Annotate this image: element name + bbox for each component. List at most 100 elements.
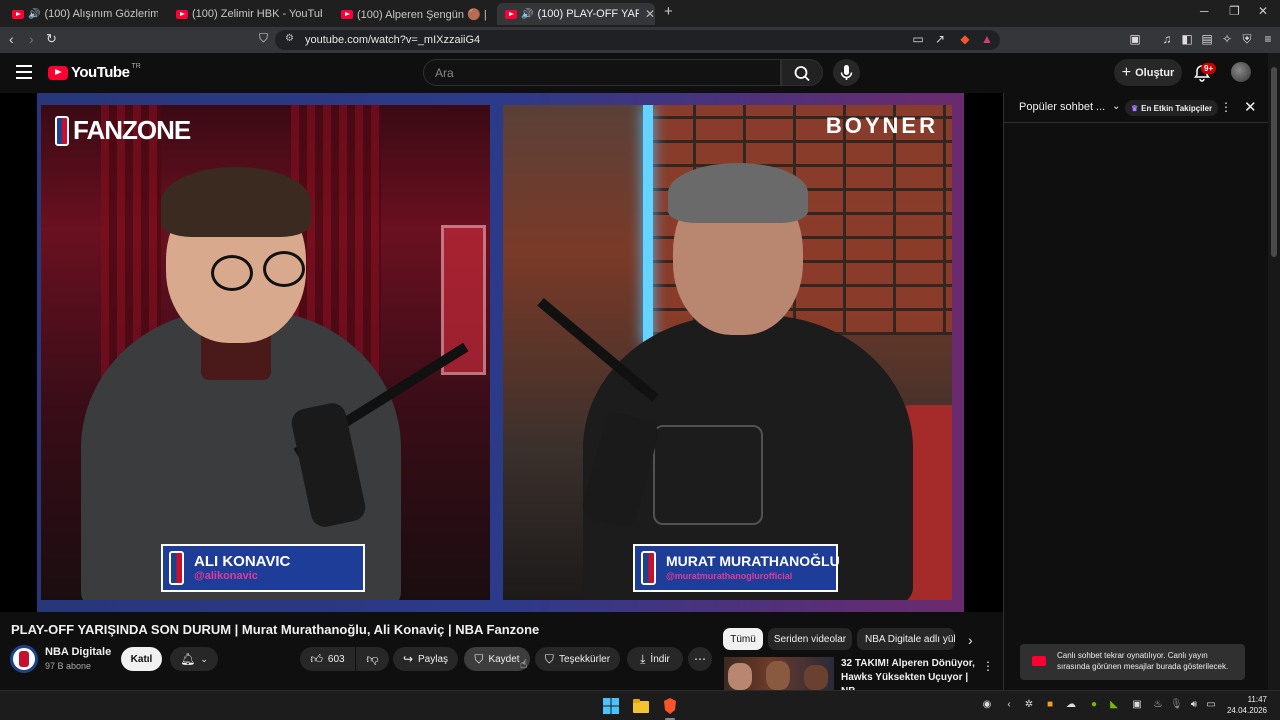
like-button[interactable]: 👍︎ 603 [300, 647, 355, 671]
youtube-favicon-icon [505, 9, 517, 19]
taskbar-clock[interactable]: 11:47 24.04.2026 [1225, 694, 1267, 716]
bookmark-icon: ⛉ [474, 651, 484, 666]
search-input[interactable]: Ara [423, 59, 781, 86]
search-button[interactable] [781, 59, 823, 86]
tray-chevron-icon[interactable]: ‹ [1003, 699, 1015, 711]
share-label: Paylaş [418, 653, 449, 665]
voice-search-button[interactable] [833, 59, 860, 86]
share-icon: ↪ [402, 652, 414, 666]
tray-nvidia-icon[interactable]: ◣ [1108, 699, 1120, 711]
youtube-icon [1032, 656, 1046, 666]
page-scrollbar[interactable] [1268, 53, 1280, 690]
tray-app-icon[interactable]: 🎙︎ [1170, 699, 1183, 711]
close-icon[interactable]: ✕ [645, 7, 655, 21]
close-icon[interactable]: ✕ [1244, 98, 1257, 116]
youtube-header: YouTube TR Ara + Oluştur 9+ [0, 53, 1280, 93]
menu-icon[interactable]: ≡ [1261, 32, 1275, 46]
guide-menu-icon[interactable] [16, 65, 32, 79]
window-close-icon[interactable]: ✕ [1258, 4, 1268, 18]
site-info-icon[interactable]: ⚙ [285, 33, 294, 44]
tray-app-icon[interactable]: ♨ [1152, 699, 1164, 711]
restore-icon[interactable]: ❐ [1229, 4, 1240, 18]
download-label: İndir [650, 653, 670, 665]
vpn-icon[interactable]: ⛨ [1240, 32, 1254, 46]
thumbs-down-icon: 👎︎ [366, 651, 379, 666]
browser-tab-4[interactable]: 🔊 (100) PLAY-OFF YARIŞINDA SO... ✕ [497, 3, 655, 25]
top-fans-filter[interactable]: ♛ En Etkin Takipçiler [1125, 100, 1219, 116]
neon-light [643, 105, 653, 345]
back-icon[interactable]: ‹ [9, 31, 14, 47]
tab-title: (100) Alışınım Gözlerimi Kapamayı... [44, 8, 158, 20]
tray-steam-icon[interactable]: ◉ [981, 699, 993, 711]
lower-third-right: MURAT MURATHANOĞLU @muratmurathanoglurof… [633, 544, 840, 592]
chat-header: Popüler sohbet ... ⌄ ♛ En Etkin Takipçil… [1004, 93, 1269, 123]
scrollbar-thumb[interactable] [1271, 67, 1277, 257]
crown-icon: ♛ [1131, 103, 1139, 113]
forward-icon[interactable]: › [29, 31, 34, 47]
wallet-icon[interactable]: ▤ [1200, 32, 1214, 46]
brave-rewards-icon[interactable]: ▲ [980, 32, 994, 46]
minimize-icon[interactable]: ─ [1200, 4, 1209, 18]
file-explorer-icon[interactable] [632, 697, 650, 715]
tray-app-icon[interactable]: ☁ [1065, 699, 1077, 711]
browser-tab-1[interactable]: 🔊 (100) Alışınım Gözlerimi Kapamayı... [8, 3, 158, 25]
logo-text: YouTube [71, 64, 130, 81]
bookmark-icon[interactable]: ⛉ [259, 31, 268, 46]
recommended-thumbnail[interactable] [724, 657, 834, 690]
tray-app-icon[interactable]: ● [1088, 699, 1100, 711]
dislike-button[interactable]: 👎︎ [356, 647, 389, 671]
channel-avatar[interactable] [10, 645, 38, 673]
download-icon: ⤓ [640, 651, 646, 666]
share-button[interactable]: ↪ Paylaş [393, 647, 458, 671]
chip-series[interactable]: Seriden videolar [768, 628, 852, 650]
video-player[interactable]: FANZONE ALI KONAVIC @alikonavic BOYNER M… [0, 93, 1003, 612]
account-avatar[interactable] [1231, 62, 1251, 82]
plus-icon: + [1121, 63, 1132, 81]
share-icon[interactable]: ↗ [933, 32, 947, 46]
volume-icon[interactable]: 🔊︎ [1188, 699, 1200, 711]
new-tab-icon[interactable]: + [664, 3, 673, 20]
brave-shield-icon[interactable]: ◆ [958, 32, 972, 46]
channel-name[interactable]: NBA Digitale [45, 646, 111, 658]
subscription-bell-button[interactable]: 🔔︎ ⌄ [170, 647, 218, 671]
boyner-logo: BOYNER [825, 113, 938, 138]
leo-icon[interactable]: ✧ [1220, 32, 1234, 46]
chevron-right-icon[interactable]: › [968, 632, 973, 648]
tray-app-icon[interactable]: ✲ [1023, 699, 1035, 711]
join-button[interactable]: Katıl [121, 647, 162, 671]
reload-icon[interactable]: ↻ [46, 31, 57, 47]
nba-logo-icon [169, 551, 184, 585]
chip-uploader[interactable]: NBA Digitale adlı yükleyiciden [857, 628, 955, 650]
tray-app-icon[interactable]: ■ [1044, 699, 1056, 711]
browser-tab-3[interactable]: (100) Alperen Şengün 🟤 | Rockets ✕ [337, 3, 487, 25]
youtube-logo[interactable]: YouTube TR [48, 63, 141, 81]
more-vertical-icon[interactable]: ⋮ [1220, 100, 1232, 114]
browser-tab-2[interactable]: (100) Zelimir HBK - YouTube [172, 3, 322, 25]
tray-app-icon[interactable]: ▣ [1131, 699, 1143, 711]
fanzone-logo: FANZONE [55, 115, 191, 146]
more-vertical-icon[interactable]: ⋮ [982, 659, 994, 673]
create-button[interactable]: + Oluştur [1114, 59, 1182, 86]
more-actions-button[interactable]: ⋯ [688, 647, 712, 671]
thanks-button[interactable]: ⛉ Teşekkürler [535, 647, 620, 671]
super-thanks-icon: ⛉ [544, 651, 554, 666]
video-right-panel: BOYNER MURAT MURATHANOĞLU @muratmurathan… [503, 105, 952, 600]
glasses [211, 255, 253, 291]
address-bar[interactable]: ⚙ youtube.com/watch?v=_mIXzzaiiG4 [275, 30, 1000, 50]
music-icon[interactable]: ♫ [1160, 32, 1174, 46]
cast-icon[interactable]: ▭ [911, 32, 925, 46]
download-button[interactable]: ⤓ İndir [627, 647, 683, 671]
chevron-down-icon[interactable]: ⌄ [1112, 101, 1120, 112]
sidebar-icon[interactable]: ◧ [1180, 32, 1194, 46]
windows-taskbar: ◉ ‹ ✲ ■ ☁ ● ◣ ▣ ♨ 🎙︎ 🔊︎ ▭ 11:47 24.04.20… [0, 690, 1280, 720]
notification-badge: 9+ [1201, 63, 1217, 74]
reader-icon[interactable]: ▣ [1128, 32, 1142, 46]
region-code: TR [131, 63, 141, 70]
brave-browser-icon[interactable] [661, 697, 679, 715]
person-left-hair [161, 167, 311, 237]
battery-icon[interactable]: ▭ [1205, 699, 1217, 711]
chat-mode-label[interactable]: Popüler sohbet ... [1019, 101, 1105, 113]
fanzone-text: FANZONE [73, 115, 191, 145]
chip-all[interactable]: Tümü [723, 628, 763, 650]
windows-start-icon[interactable] [602, 697, 620, 715]
